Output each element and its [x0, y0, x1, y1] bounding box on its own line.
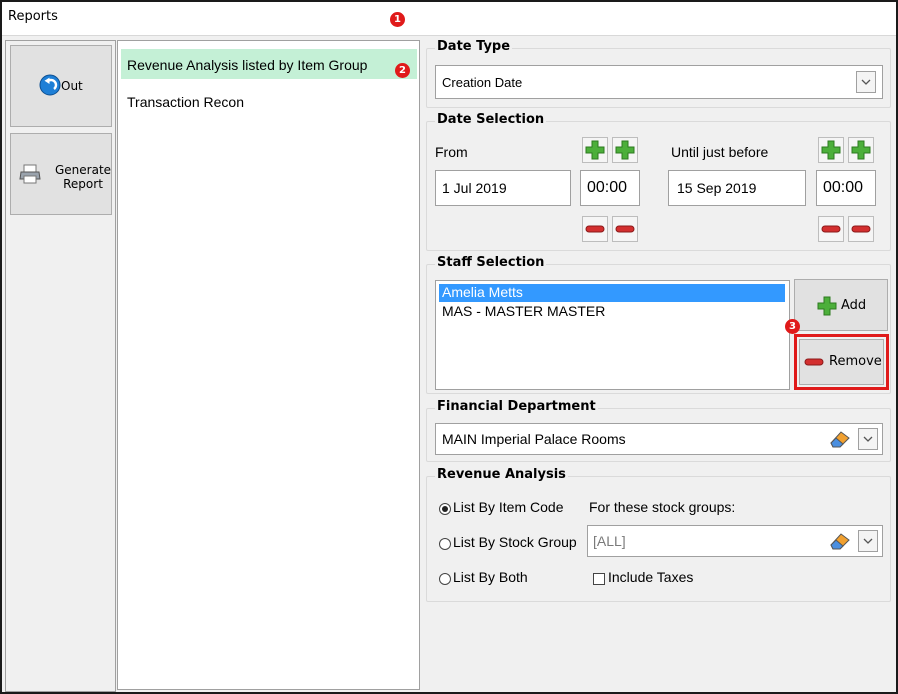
- from-time-value: 00:00: [587, 179, 628, 196]
- date-type-group: Date Type Creation Date: [426, 39, 891, 108]
- financial-department-group: Financial Department MAIN Imperial Palac…: [426, 399, 891, 462]
- list-by-both-label: List By Both: [453, 569, 528, 585]
- include-taxes-label: Include Taxes: [608, 569, 694, 585]
- revenue-analysis-title: Revenue Analysis: [435, 467, 568, 482]
- window-title: Reports: [8, 9, 58, 24]
- annotation-badge-3: 3: [785, 319, 800, 334]
- out-button-label: Out: [61, 79, 83, 93]
- report-list: Revenue Analysis listed by Item Group 2 …: [117, 40, 420, 690]
- chevron-down-icon[interactable]: [858, 530, 878, 552]
- back-arrow-icon: [39, 74, 61, 100]
- plus-icon[interactable]: [582, 137, 608, 163]
- annotation-badge-1: 1: [390, 12, 405, 27]
- add-button-label: Add: [841, 298, 867, 313]
- report-item-label: Revenue Analysis listed by Item Group: [127, 57, 368, 73]
- minus-icon[interactable]: [582, 216, 608, 242]
- generate-report-label: Generate Report: [55, 163, 111, 191]
- chevron-down-icon[interactable]: [858, 428, 878, 450]
- financial-department-value: MAIN Imperial Palace Rooms: [442, 431, 626, 447]
- generate-label-line2: Report: [63, 177, 103, 191]
- from-time-field[interactable]: 00:00: [580, 170, 640, 206]
- date-type-title: Date Type: [435, 39, 513, 54]
- from-label: From: [435, 144, 468, 160]
- plus-icon: [815, 294, 839, 322]
- until-label: Until just before: [671, 144, 769, 160]
- out-button[interactable]: Out: [10, 45, 112, 127]
- until-date-field[interactable]: 15 Sep 2019: [668, 170, 806, 206]
- staff-list: Amelia Metts MAS - MASTER MASTER: [435, 280, 790, 390]
- eraser-icon[interactable]: [828, 530, 852, 555]
- staff-item-label: MAS - MASTER MASTER: [442, 303, 606, 319]
- stock-groups-select[interactable]: [ALL]: [587, 525, 883, 557]
- financial-department-select[interactable]: MAIN Imperial Palace Rooms: [435, 423, 883, 455]
- date-type-select[interactable]: Creation Date: [435, 65, 883, 99]
- title-bar: Reports 1: [2, 2, 896, 36]
- include-taxes-checkbox[interactable]: [593, 573, 605, 585]
- revenue-analysis-group: Revenue Analysis List By Item Code For t…: [426, 467, 891, 602]
- report-item-label: Transaction Recon: [127, 94, 244, 110]
- from-date-field[interactable]: 1 Jul 2019: [435, 170, 571, 206]
- list-by-item-code-label: List By Item Code: [453, 499, 564, 515]
- report-item-revenue-analysis[interactable]: Revenue Analysis listed by Item Group 2: [121, 49, 417, 79]
- remove-button-label: Remove: [829, 354, 882, 369]
- stock-groups-value: [ALL]: [593, 533, 626, 549]
- staff-list-item[interactable]: Amelia Metts: [439, 284, 785, 302]
- remove-staff-highlight: Remove: [794, 334, 889, 390]
- stock-groups-label: For these stock groups:: [589, 499, 736, 515]
- until-time-field[interactable]: 00:00: [816, 170, 876, 206]
- date-type-value: Creation Date: [442, 75, 523, 90]
- radio-list-by-item-code[interactable]: [439, 503, 451, 515]
- date-selection-title: Date Selection: [435, 112, 547, 127]
- until-time-value: 00:00: [823, 179, 864, 196]
- report-item-transaction-recon[interactable]: Transaction Recon: [121, 86, 417, 116]
- remove-staff-button[interactable]: Remove: [799, 339, 884, 385]
- printer-icon: [19, 164, 41, 188]
- until-date-value: 15 Sep 2019: [677, 180, 757, 196]
- generate-report-button[interactable]: Generate Report: [10, 133, 112, 215]
- chevron-down-icon[interactable]: [856, 71, 876, 93]
- reports-window: Reports 1 Out Generate Report Revenue An…: [0, 0, 898, 694]
- staff-item-label: Amelia Metts: [442, 284, 523, 300]
- plus-icon[interactable]: [612, 137, 638, 163]
- add-staff-button[interactable]: Add: [794, 279, 888, 331]
- staff-selection-group: Staff Selection Amelia Metts MAS - MASTE…: [426, 255, 891, 394]
- staff-list-item[interactable]: MAS - MASTER MASTER: [439, 303, 785, 321]
- minus-icon[interactable]: [818, 216, 844, 242]
- radio-list-by-both[interactable]: [439, 573, 451, 585]
- eraser-icon[interactable]: [828, 428, 852, 453]
- plus-icon[interactable]: [818, 137, 844, 163]
- radio-list-by-stock-group[interactable]: [439, 538, 451, 550]
- plus-icon[interactable]: [848, 137, 874, 163]
- from-date-value: 1 Jul 2019: [442, 180, 507, 196]
- generate-label-line1: Generate: [55, 163, 112, 177]
- minus-icon[interactable]: [612, 216, 638, 242]
- date-selection-group: Date Selection From Until just before 1 …: [426, 112, 891, 251]
- staff-selection-title: Staff Selection: [435, 255, 547, 270]
- action-panel: Out Generate Report: [5, 40, 116, 692]
- minus-icon: [802, 350, 826, 378]
- list-by-stock-group-label: List By Stock Group: [453, 534, 577, 550]
- annotation-badge-2: 2: [395, 63, 410, 78]
- minus-icon[interactable]: [848, 216, 874, 242]
- financial-department-title: Financial Department: [435, 399, 598, 414]
